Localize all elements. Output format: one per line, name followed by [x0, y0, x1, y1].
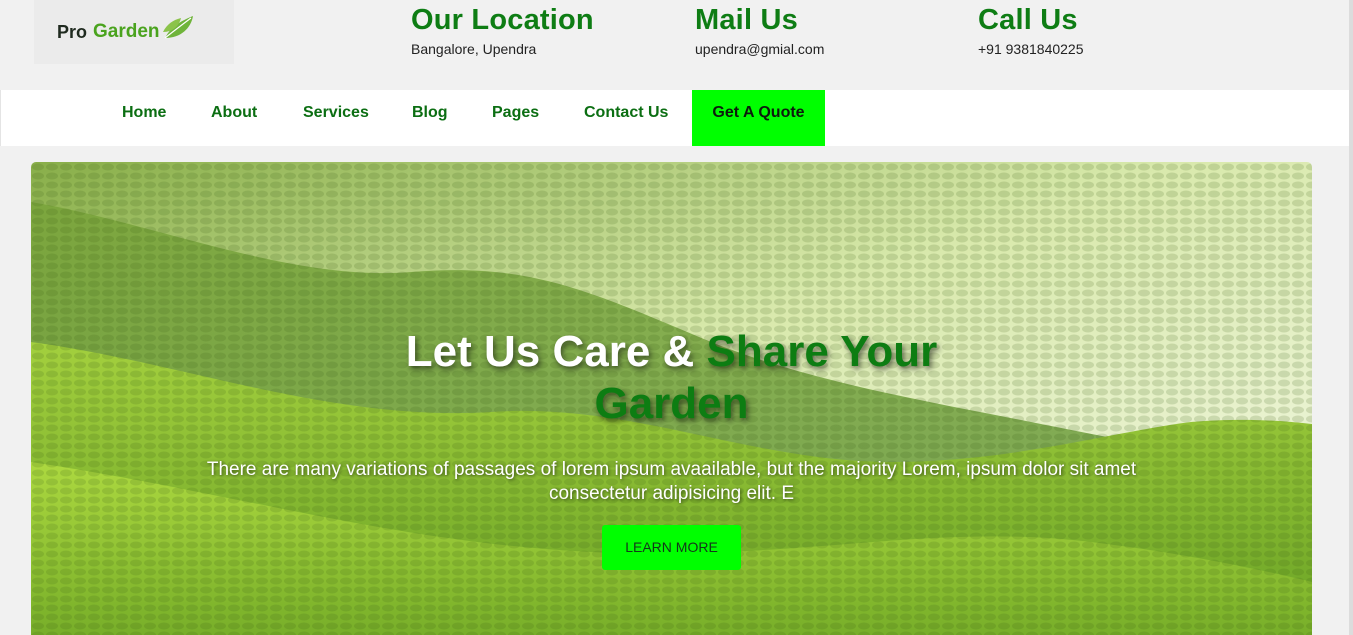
nav-contact-us[interactable]: Contact Us [584, 90, 668, 146]
call-title: Call Us [978, 4, 1078, 36]
mail-info: Mail Us upendra@gmial.com [695, 3, 824, 57]
logo-garden-text: Garden [93, 21, 160, 42]
hero-title: Let Us Care & Share Your Garden [31, 326, 1312, 430]
nav-blog[interactable]: Blog [412, 90, 448, 146]
nav-about[interactable]: About [211, 90, 257, 146]
hero-description: There are many variations of passages of… [206, 459, 1137, 504]
get-a-quote-button[interactable]: Get A Quote [692, 90, 825, 146]
hero-title-white: Let Us Care & [405, 327, 707, 376]
hero-title-green-line2: Garden [594, 379, 749, 428]
logo[interactable]: Pro Garden [34, 0, 234, 64]
location-info: Our Location Bangalore, Upendra [411, 3, 594, 57]
main-nav: Home About Services Blog Pages Contact U… [0, 90, 1353, 146]
leaf-icon [161, 12, 195, 47]
location-value: Bangalore, Upendra [411, 41, 537, 57]
learn-more-button[interactable]: LEARN MORE [602, 525, 741, 570]
call-info: Call Us +91 9381840225 [978, 3, 1084, 57]
hero-title-green: Share Your [706, 327, 938, 376]
mail-value: upendra@gmial.com [695, 41, 825, 57]
mail-title: Mail Us [695, 4, 798, 36]
call-value: +91 9381840225 [978, 41, 1084, 57]
hero-banner: Let Us Care & Share Your Garden There ar… [31, 162, 1312, 635]
location-title: Our Location [411, 4, 594, 36]
nav-home[interactable]: Home [122, 90, 166, 146]
nav-pages[interactable]: Pages [492, 90, 539, 146]
nav-services[interactable]: Services [303, 90, 369, 146]
logo-pro-text: Pro [57, 21, 88, 42]
page-scrollbar[interactable] [1349, 0, 1353, 635]
